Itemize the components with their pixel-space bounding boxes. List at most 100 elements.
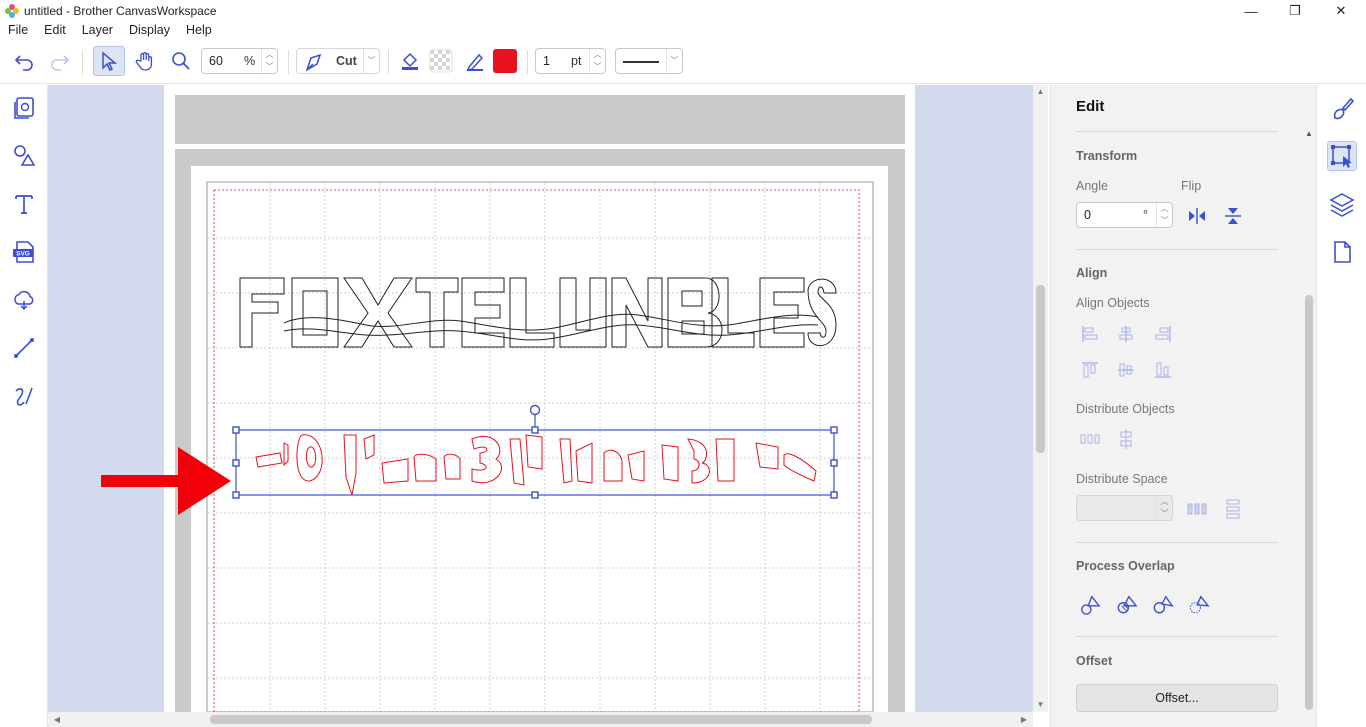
offset-button[interactable]: Offset...: [1076, 684, 1278, 712]
close-button[interactable]: ✕: [1318, 0, 1364, 22]
redo-button[interactable]: [46, 46, 74, 76]
freehand-tool-button[interactable]: [10, 382, 38, 410]
horizontal-scroll-thumb[interactable]: [210, 715, 872, 724]
tab-layers[interactable]: [1327, 189, 1357, 219]
resize-handle[interactable]: [531, 491, 539, 499]
line-color-swatch[interactable]: [491, 46, 519, 76]
chevron-down-icon[interactable]: ﹀: [590, 61, 605, 73]
svg-import-button[interactable]: SVG: [10, 238, 38, 266]
resize-handle[interactable]: [830, 459, 838, 467]
intersect-button[interactable]: [1188, 593, 1210, 615]
shapes-icon: [14, 145, 36, 166]
align-objects-label: Align Objects: [1076, 296, 1150, 310]
pan-tool-button[interactable]: [130, 46, 160, 76]
space-vertical-button[interactable]: [1222, 498, 1244, 520]
angle-label: Angle: [1076, 179, 1108, 193]
line-tool-button[interactable]: [10, 334, 38, 362]
resize-handle[interactable]: [531, 426, 539, 434]
chevron-down-icon[interactable]: ﹀: [262, 61, 277, 73]
align-center-button[interactable]: [1115, 323, 1137, 345]
panel-scroll-thumb[interactable]: [1305, 295, 1313, 710]
weld-icon: [1081, 595, 1101, 615]
resize-handle[interactable]: [232, 491, 240, 499]
space-horizontal-button[interactable]: [1186, 498, 1208, 520]
shapes-button[interactable]: [10, 142, 38, 170]
subtract-button[interactable]: [1152, 593, 1174, 615]
redo-icon: [51, 55, 70, 71]
angle-input[interactable]: 0 ° ︿ ﹀: [1076, 202, 1173, 228]
weld-button[interactable]: [1079, 593, 1101, 615]
menu-file[interactable]: File: [0, 22, 36, 40]
line-style-dropdown[interactable]: ﹀: [615, 48, 683, 74]
divide-button[interactable]: [1116, 593, 1138, 615]
tab-object-properties[interactable]: [1327, 94, 1357, 124]
cut-mode-dropdown[interactable]: Cut ﹀: [296, 48, 380, 74]
chevron-right-icon[interactable]: ▶: [1017, 712, 1031, 727]
restore-button[interactable]: ❐: [1272, 0, 1318, 22]
select-transform-icon: [1331, 145, 1352, 168]
chevron-down-icon[interactable]: ▼: [1033, 698, 1048, 712]
menu-layer[interactable]: Layer: [74, 22, 121, 40]
fill-color-button[interactable]: [396, 46, 424, 76]
fill-transparent-swatch[interactable]: [427, 46, 455, 76]
align-top-button[interactable]: [1079, 359, 1101, 381]
distribute-horizontal-button[interactable]: [1079, 428, 1101, 450]
line-width-stepper[interactable]: 1 pt ︿ ﹀: [535, 48, 606, 74]
align-right-button[interactable]: [1152, 323, 1174, 345]
chevron-up-icon[interactable]: ▲: [1033, 85, 1048, 99]
menu-bar: File Edit Layer Display Help: [0, 22, 1366, 40]
templates-button[interactable]: [10, 94, 38, 122]
tab-edit[interactable]: [1327, 141, 1357, 171]
distribute-vertical-button[interactable]: [1115, 428, 1137, 450]
resize-handle[interactable]: [232, 426, 240, 434]
chevron-down-icon[interactable]: ﹀: [1157, 215, 1172, 227]
zoom-level-stepper[interactable]: 60 % ︿ ﹀: [201, 48, 278, 74]
page-icon: [1334, 241, 1351, 263]
align-bottom-icon: [1155, 362, 1171, 378]
text-button[interactable]: [10, 190, 38, 218]
select-tool-button[interactable]: [93, 46, 125, 76]
chevron-up-icon[interactable]: ︿: [1157, 496, 1172, 508]
align-center-icon: [1119, 326, 1133, 342]
flip-horizontal-button[interactable]: [1186, 205, 1208, 227]
tab-page[interactable]: [1327, 237, 1357, 267]
horizontal-scrollbar[interactable]: ◀ ▶: [48, 712, 1033, 727]
align-left-icon: [1082, 326, 1098, 342]
resize-handle[interactable]: [232, 459, 240, 467]
divide-icon: [1117, 595, 1138, 614]
flip-vertical-button[interactable]: [1222, 205, 1244, 227]
rotate-handle[interactable]: [529, 404, 541, 416]
vertical-scrollbar[interactable]: ▲ ▼: [1033, 85, 1048, 712]
cloud-button[interactable]: [10, 286, 38, 314]
cut-mode-label: Cut: [336, 54, 357, 68]
line-color-button[interactable]: [461, 46, 489, 76]
canvas-area[interactable]: [48, 85, 1033, 712]
line-width-value: 1: [543, 54, 550, 68]
chevron-up-icon[interactable]: ︿: [262, 49, 277, 61]
menu-display[interactable]: Display: [121, 22, 178, 40]
chevron-down-icon[interactable]: ﹀: [1157, 508, 1172, 520]
minimize-button[interactable]: —: [1228, 0, 1274, 22]
chevron-up-icon[interactable]: ︿: [1157, 203, 1172, 215]
zoom-stepper-arrows[interactable]: ︿ ﹀: [261, 49, 277, 73]
menu-edit[interactable]: Edit: [36, 22, 74, 40]
chevron-up-icon[interactable]: ︿: [590, 49, 605, 61]
undo-button[interactable]: [10, 46, 38, 76]
align-middle-button[interactable]: [1115, 359, 1137, 381]
distribute-space-input[interactable]: ︿ ﹀: [1076, 495, 1173, 521]
paintbrush-icon: [1333, 97, 1355, 120]
chevron-up-icon[interactable]: ▲: [1305, 129, 1313, 138]
chevron-left-icon[interactable]: ◀: [50, 712, 64, 727]
align-bottom-button[interactable]: [1152, 359, 1174, 381]
pen-icon: [466, 53, 484, 72]
line-icon: [14, 338, 34, 358]
menu-help[interactable]: Help: [178, 22, 220, 40]
hand-icon: [135, 52, 153, 71]
design-canvas[interactable]: [48, 85, 1033, 712]
resize-handle[interactable]: [830, 491, 838, 499]
resize-handle[interactable]: [830, 426, 838, 434]
zoom-tool-button[interactable]: [166, 46, 196, 76]
zoom-unit: %: [244, 54, 256, 68]
vertical-scroll-thumb[interactable]: [1036, 285, 1045, 453]
align-left-button[interactable]: [1079, 323, 1101, 345]
